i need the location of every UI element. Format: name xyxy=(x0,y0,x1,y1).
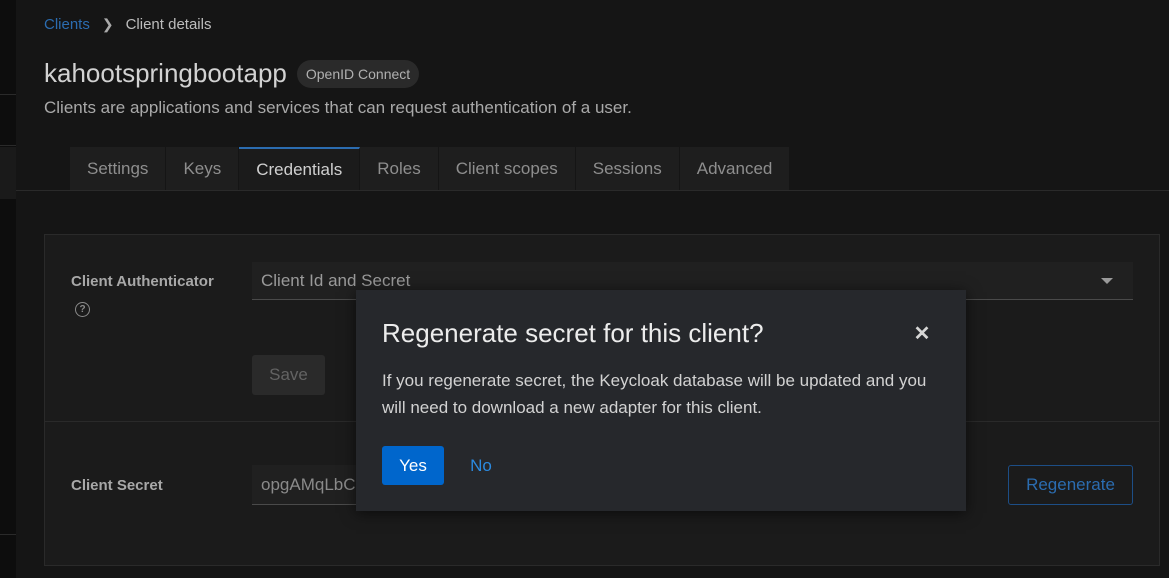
protocol-badge: OpenID Connect xyxy=(296,59,420,88)
tab-keys[interactable]: Keys xyxy=(166,147,240,190)
tab-advanced[interactable]: Advanced xyxy=(679,147,791,190)
rail-divider xyxy=(0,534,16,535)
select-value: Client Id and Secret xyxy=(261,271,411,290)
breadcrumb-clients-link[interactable]: Clients xyxy=(44,16,90,33)
rail-divider xyxy=(0,94,16,95)
tab-roles[interactable]: Roles xyxy=(360,147,439,190)
tab-sessions[interactable]: Sessions xyxy=(575,147,680,190)
chevron-right-icon: ❯ xyxy=(101,16,114,32)
save-button[interactable]: Save xyxy=(252,355,325,395)
close-icon[interactable]: ✕ xyxy=(913,324,931,344)
rail-divider xyxy=(0,145,16,146)
client-authenticator-label: Client Authenticator xyxy=(71,273,214,290)
modal-title: Regenerate secret for this client? xyxy=(382,318,764,348)
regenerate-secret-modal: Regenerate secret for this client? ✕ If … xyxy=(356,290,966,511)
breadcrumb: Clients ❯ Client details xyxy=(44,16,211,33)
regenerate-button[interactable]: Regenerate xyxy=(1008,465,1133,505)
client-secret-label: Client Secret xyxy=(71,477,163,494)
tab-credentials[interactable]: Credentials xyxy=(239,147,361,190)
tab-settings[interactable]: Settings xyxy=(70,147,167,190)
caret-down-icon xyxy=(1101,278,1113,284)
no-button[interactable]: No xyxy=(460,446,502,485)
yes-button[interactable]: Yes xyxy=(382,446,444,485)
title-row: kahootspringbootapp OpenID Connect xyxy=(44,58,420,89)
client-tabs: Settings Keys Credentials Roles Client s… xyxy=(70,147,791,190)
rail-selected-item[interactable] xyxy=(0,147,16,199)
breadcrumb-current: Client details xyxy=(125,16,212,33)
page-subtitle: Clients are applications and services th… xyxy=(44,98,632,117)
page-title: kahootspringbootapp xyxy=(44,58,287,88)
tab-client-scopes[interactable]: Client scopes xyxy=(438,147,576,190)
help-icon[interactable]: ? xyxy=(75,302,90,317)
tabs-divider xyxy=(16,190,1169,191)
modal-body: If you regenerate secret, the Keycloak d… xyxy=(382,371,927,417)
left-sidebar-rail xyxy=(0,0,16,578)
client-secret-value: opgAMqLbC xyxy=(261,475,356,494)
